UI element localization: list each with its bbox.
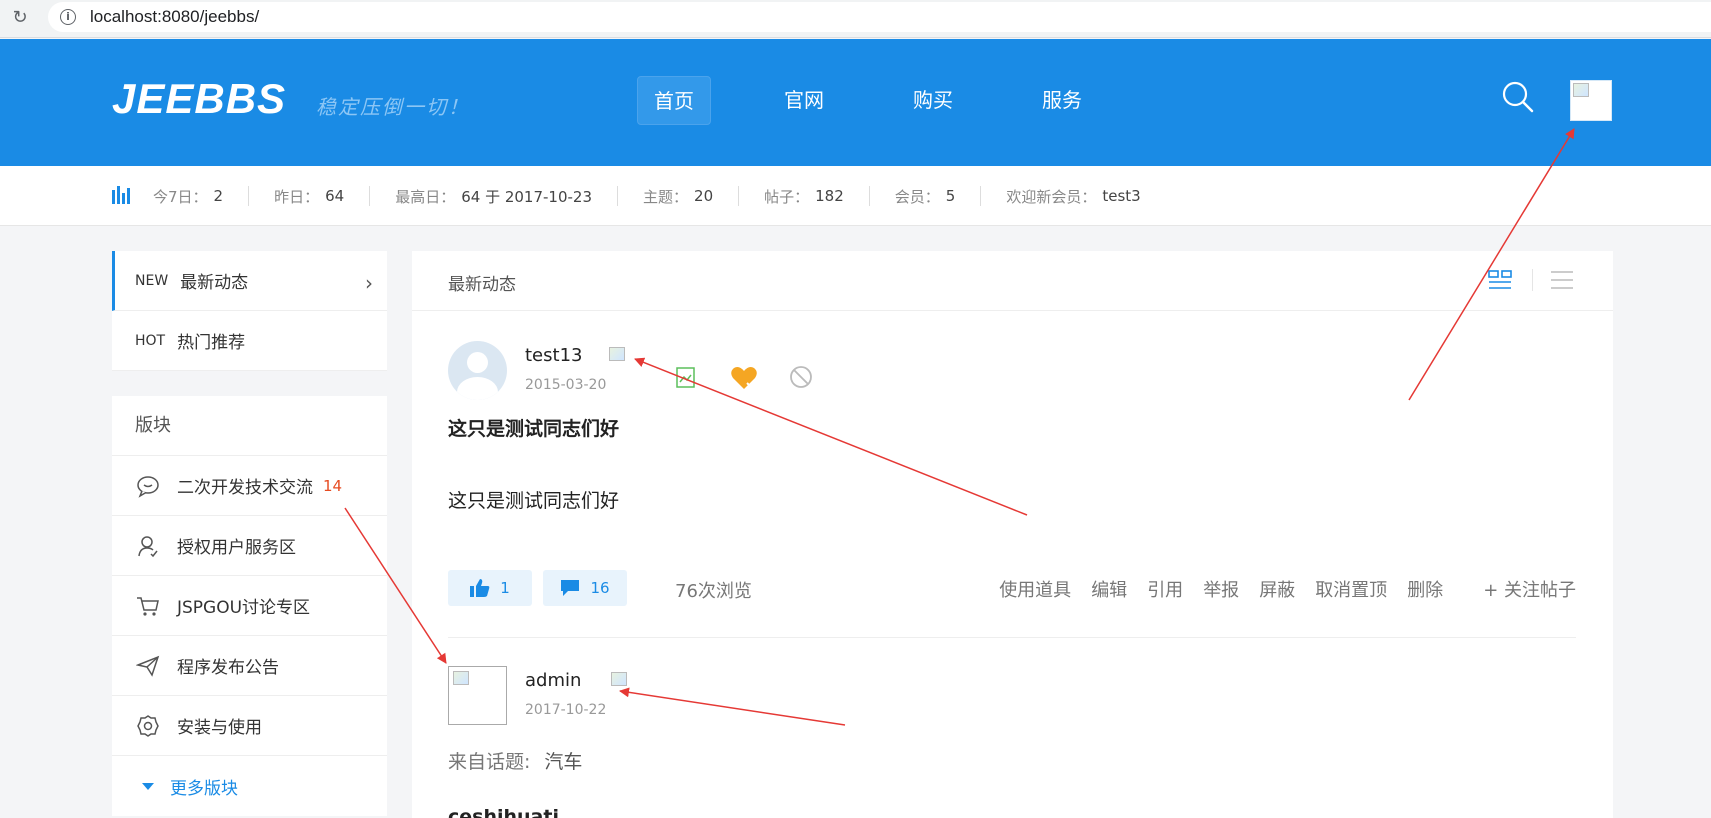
feed-item-hot[interactable]: HOT 热门推荐 xyxy=(112,311,387,371)
info-icon[interactable]: i xyxy=(60,9,76,25)
stat-item: 主题： 20 xyxy=(617,186,738,206)
thumbs-up-icon xyxy=(470,579,490,597)
post-ops: 使用道具 编辑 引用 举报 屏蔽 取消置顶 删除 + 关注帖子 xyxy=(979,576,1576,602)
use-item-link[interactable]: 使用道具 xyxy=(999,576,1071,602)
grid-view-icon[interactable] xyxy=(1488,268,1512,292)
user-icon xyxy=(135,533,161,559)
level-image-icon xyxy=(609,347,625,361)
site-slogan: 稳定压倒一切！ xyxy=(316,95,470,119)
address-bar[interactable]: i localhost:8080/jeebbs/ xyxy=(48,2,1711,32)
feed-label: 热门推荐 xyxy=(177,333,246,353)
stats-list: 今7日： 2 昨日： 64 最高日： 64 于 2017-10-23 主题： 20 帖子… xyxy=(153,166,1166,226)
image-icon[interactable] xyxy=(675,365,701,391)
unpin-link[interactable]: 取消置顶 xyxy=(1315,576,1387,602)
board-label: 授权用户服务区 xyxy=(177,538,296,558)
url-text: localhost:8080/jeebbs/ xyxy=(90,7,260,26)
main-header: 最新动态 xyxy=(412,251,1613,311)
boards-panel: 版块 二次开发技术交流 14 授权用户服务区 JSPGOU讨论专区 程序发布公告… xyxy=(112,396,387,816)
comment-count: 16 xyxy=(590,579,610,597)
feed-nav: NEW 最新动态 › HOT 热门推荐 xyxy=(112,251,387,371)
chevron-right-icon: › xyxy=(365,271,373,295)
search-icon[interactable] xyxy=(1500,79,1536,115)
block-icon[interactable] xyxy=(789,365,815,391)
send-icon xyxy=(135,653,161,679)
board-item-licensed[interactable]: 授权用户服务区 xyxy=(112,516,387,576)
post-date: 2015-03-20 xyxy=(525,377,607,393)
feed-item-new[interactable]: NEW 最新动态 › xyxy=(112,251,387,311)
post-title[interactable]: ceshihuati xyxy=(448,806,559,818)
stats-bar: 今7日： 2 昨日： 64 最高日： 64 于 2017-10-23 主题： 20 帖子… xyxy=(0,166,1711,226)
main-title: 最新动态 xyxy=(448,275,516,295)
board-item-dev[interactable]: 二次开发技术交流 14 xyxy=(112,456,387,516)
feed-tag: NEW xyxy=(135,272,169,289)
site-logo[interactable]: JEEBBS xyxy=(112,75,286,123)
nav-item-buy[interactable]: 购买 xyxy=(897,76,969,125)
user-avatar-button[interactable] xyxy=(1570,80,1612,121)
bar-chart-icon xyxy=(112,186,130,204)
new-member-link[interactable]: test3 xyxy=(1102,187,1140,205)
delete-link[interactable]: 删除 xyxy=(1407,576,1443,602)
board-count-badge: 14 xyxy=(323,476,343,495)
from-topic-label: 来自话题: xyxy=(448,751,531,773)
stat-item: 最高日： 64 于 2017-10-23 xyxy=(369,186,617,206)
board-label: 程序发布公告 xyxy=(177,658,279,678)
report-link[interactable]: 举报 xyxy=(1203,576,1239,602)
broken-image-icon xyxy=(1573,83,1589,97)
post-title[interactable]: 这只是测试同志们好 xyxy=(448,414,619,441)
post-author[interactable]: admin xyxy=(525,670,581,691)
post-body: 这只是测试同志们好 xyxy=(448,490,620,512)
feed-label: 最新动态 xyxy=(180,273,249,293)
avatar[interactable] xyxy=(448,341,507,400)
board-label: 安装与使用 xyxy=(177,718,262,738)
cart-icon xyxy=(135,593,161,619)
post-author[interactable]: test13 xyxy=(525,345,582,366)
nav-item-service[interactable]: 服务 xyxy=(1026,76,1098,125)
comment-button[interactable]: 16 xyxy=(543,570,627,606)
from-topic: 来自话题: 汽车 xyxy=(448,747,582,774)
board-label: 二次开发技术交流 xyxy=(177,478,313,498)
gear-icon xyxy=(135,713,161,739)
browser-toolbar: ↻ i localhost:8080/jeebbs/ xyxy=(0,0,1711,38)
board-label: JSPGOU讨论专区 xyxy=(177,598,311,618)
stat-item: 欢迎新会员： test3 xyxy=(980,186,1165,206)
post-date: 2017-10-22 xyxy=(525,702,607,718)
level-image-icon xyxy=(611,672,627,686)
mute-link[interactable]: 屏蔽 xyxy=(1259,576,1295,602)
view-count: 76次浏览 xyxy=(675,581,752,602)
stat-item: 今7日： 2 xyxy=(153,187,224,206)
board-item-install[interactable]: 安装与使用 xyxy=(112,696,387,756)
caret-down-icon xyxy=(142,782,154,790)
heart-icon[interactable] xyxy=(730,365,757,391)
stat-item: 昨日： 64 xyxy=(248,186,369,206)
stat-item: 会员： 5 xyxy=(868,186,981,206)
like-button[interactable]: 1 xyxy=(448,570,532,606)
nav-item-home[interactable]: 首页 xyxy=(637,76,711,125)
board-item-jspgou[interactable]: JSPGOU讨论专区 xyxy=(112,576,387,636)
edit-link[interactable]: 编辑 xyxy=(1091,576,1127,602)
broken-image-icon xyxy=(453,671,469,685)
post-divider xyxy=(448,637,1576,638)
board-item-announce[interactable]: 程序发布公告 xyxy=(112,636,387,696)
nav-item-official[interactable]: 官网 xyxy=(768,76,840,125)
boards-title: 版块 xyxy=(112,396,387,456)
more-boards-label: 更多版块 xyxy=(170,778,238,799)
more-boards-link[interactable]: 更多版块 xyxy=(112,756,387,816)
topic-link[interactable]: 汽车 xyxy=(544,751,582,773)
main-feed: 最新动态 test13 2015-03-20 这只是测试同志们好 这只是测试同志… xyxy=(412,251,1613,818)
feed-tag: HOT xyxy=(135,332,166,349)
quote-link[interactable]: 引用 xyxy=(1147,576,1183,602)
stat-item: 帖子： 182 xyxy=(738,186,869,206)
reload-icon[interactable]: ↻ xyxy=(8,6,32,30)
avatar[interactable] xyxy=(448,666,507,725)
chat-icon xyxy=(135,473,161,499)
main-nav: 首页 官网 购买 服务 xyxy=(637,76,1155,125)
view-divider xyxy=(1532,269,1533,291)
site-header: JEEBBS 稳定压倒一切！ 首页 官网 购买 服务 xyxy=(0,39,1711,166)
list-view-icon[interactable] xyxy=(1550,268,1574,292)
follow-post-link[interactable]: + 关注帖子 xyxy=(1483,576,1576,602)
like-count: 1 xyxy=(500,579,510,597)
comment-icon xyxy=(561,580,580,596)
post-actions: 1 16 76次浏览 使用道具 编辑 引用 举报 屏蔽 取消置顶 删除 + 关注… xyxy=(448,570,1576,606)
